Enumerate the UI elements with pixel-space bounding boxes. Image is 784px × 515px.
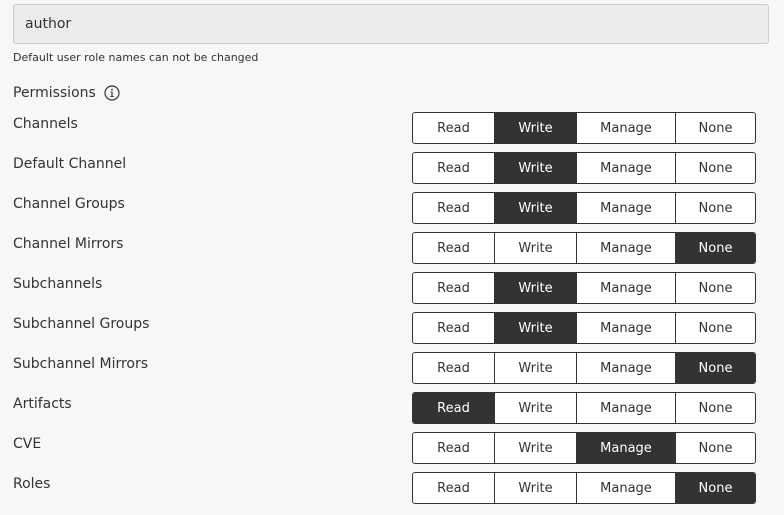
write-option-button[interactable]: Write: [494, 193, 576, 223]
permission-level-toggle: Read Write Manage None: [412, 112, 756, 144]
permission-level-toggle: Read Write Manage None: [412, 352, 756, 384]
write-option-button[interactable]: Write: [494, 433, 576, 463]
none-option-button[interactable]: None: [675, 393, 755, 423]
role-name-input[interactable]: [13, 4, 769, 44]
permissions-heading-label: Permissions: [13, 85, 96, 101]
permissions-heading: Permissions: [13, 85, 120, 101]
read-option-button[interactable]: Read: [413, 313, 494, 343]
write-option-button[interactable]: Write: [494, 273, 576, 303]
manage-option-button[interactable]: Manage: [576, 393, 675, 423]
none-option-button[interactable]: None: [675, 153, 755, 183]
permission-row: Subchannel Groups Read Write Manage None: [0, 312, 784, 352]
permission-label: Artifacts: [13, 396, 72, 412]
permission-label: Roles: [13, 476, 51, 492]
permission-row: Subchannels Read Write Manage None: [0, 272, 784, 312]
none-option-button[interactable]: None: [675, 473, 755, 503]
manage-option-button[interactable]: Manage: [576, 273, 675, 303]
permission-level-toggle: Read Write Manage None: [412, 472, 756, 504]
permission-label: Subchannel Mirrors: [13, 356, 149, 372]
permission-level-toggle: Read Write Manage None: [412, 392, 756, 424]
read-option-button[interactable]: Read: [413, 433, 494, 463]
permission-level-toggle: Read Write Manage None: [412, 272, 756, 304]
none-option-button[interactable]: None: [675, 233, 755, 263]
read-option-button[interactable]: Read: [413, 273, 494, 303]
permission-row: Artifacts Read Write Manage None: [0, 392, 784, 432]
manage-option-button[interactable]: Manage: [576, 433, 675, 463]
permission-row: Default Channel Read Write Manage None: [0, 152, 784, 192]
read-option-button[interactable]: Read: [413, 473, 494, 503]
write-option-button[interactable]: Write: [494, 233, 576, 263]
none-option-button[interactable]: None: [675, 113, 755, 143]
write-option-button[interactable]: Write: [494, 353, 576, 383]
permission-level-toggle: Read Write Manage None: [412, 312, 756, 344]
permission-label: Channels: [13, 116, 78, 132]
none-option-button[interactable]: None: [675, 313, 755, 343]
write-option-button[interactable]: Write: [494, 473, 576, 503]
permission-level-toggle: Read Write Manage None: [412, 232, 756, 264]
permission-row: Roles Read Write Manage None: [0, 472, 784, 512]
read-option-button[interactable]: Read: [413, 113, 494, 143]
permission-label: Subchannels: [13, 276, 103, 292]
permission-label: Default Channel: [13, 156, 127, 172]
read-option-button[interactable]: Read: [413, 393, 494, 423]
read-option-button[interactable]: Read: [413, 153, 494, 183]
none-option-button[interactable]: None: [675, 193, 755, 223]
permission-label: Channel Mirrors: [13, 236, 124, 252]
permission-label: Subchannel Groups: [13, 316, 150, 332]
manage-option-button[interactable]: Manage: [576, 353, 675, 383]
write-option-button[interactable]: Write: [494, 393, 576, 423]
write-option-button[interactable]: Write: [494, 153, 576, 183]
none-option-button[interactable]: None: [675, 433, 755, 463]
permission-label: CVE: [13, 436, 42, 452]
permission-row: Channels Read Write Manage None: [0, 112, 784, 152]
none-option-button[interactable]: None: [675, 353, 755, 383]
manage-option-button[interactable]: Manage: [576, 153, 675, 183]
permission-level-toggle: Read Write Manage None: [412, 192, 756, 224]
permission-row: Channel Mirrors Read Write Manage None: [0, 232, 784, 272]
role-name-help-text: Default user role names can not be chang…: [13, 51, 259, 64]
permission-row: CVE Read Write Manage None: [0, 432, 784, 472]
manage-option-button[interactable]: Manage: [576, 113, 675, 143]
permission-label: Channel Groups: [13, 196, 125, 212]
read-option-button[interactable]: Read: [413, 193, 494, 223]
permission-level-toggle: Read Write Manage None: [412, 152, 756, 184]
permission-row: Channel Groups Read Write Manage None: [0, 192, 784, 232]
none-option-button[interactable]: None: [675, 273, 755, 303]
read-option-button[interactable]: Read: [413, 353, 494, 383]
manage-option-button[interactable]: Manage: [576, 473, 675, 503]
write-option-button[interactable]: Write: [494, 313, 576, 343]
manage-option-button[interactable]: Manage: [576, 193, 675, 223]
manage-option-button[interactable]: Manage: [576, 233, 675, 263]
permission-level-toggle: Read Write Manage None: [412, 432, 756, 464]
manage-option-button[interactable]: Manage: [576, 313, 675, 343]
permission-row: Subchannel Mirrors Read Write Manage None: [0, 352, 784, 392]
read-option-button[interactable]: Read: [413, 233, 494, 263]
write-option-button[interactable]: Write: [494, 113, 576, 143]
info-icon[interactable]: [104, 85, 120, 101]
